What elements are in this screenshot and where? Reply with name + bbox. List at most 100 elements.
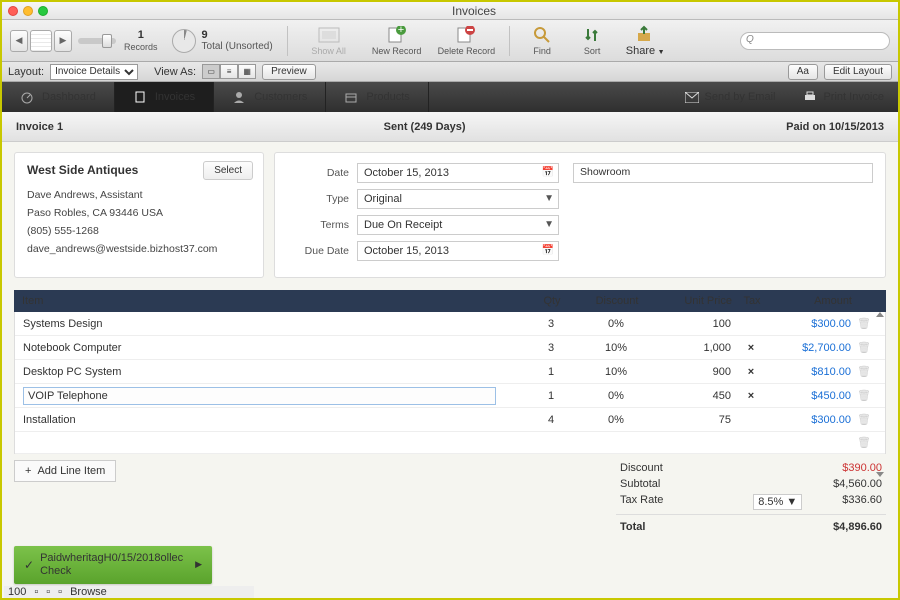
- taxrate-field[interactable]: 8.5% ▼: [753, 494, 802, 510]
- due-date-label: Due Date: [287, 245, 357, 257]
- next-record-button[interactable]: ▶: [54, 30, 72, 52]
- scroll-down-icon[interactable]: [876, 472, 884, 477]
- paid-badge[interactable]: ✓ PaidwheritagH0/15/2018ollec Check ▶: [14, 546, 212, 584]
- footer-icon[interactable]: ▫: [58, 586, 62, 598]
- delete-row-icon[interactable]: 🗑: [851, 413, 877, 426]
- delete-row-icon[interactable]: 🗑: [851, 365, 877, 378]
- sort-button[interactable]: Sort: [574, 25, 610, 56]
- prev-record-button[interactable]: ◀: [10, 30, 28, 52]
- paid-badge-line1: PaidwheritagH0/15/2018ollec: [40, 552, 183, 565]
- gauge-icon: [20, 90, 34, 104]
- table-row[interactable]: Installation 4 0% 75 $300.00 🗑: [15, 408, 885, 432]
- tab-dashboard[interactable]: Dashboard: [2, 82, 115, 112]
- select-customer-button[interactable]: Select: [203, 161, 253, 180]
- type-field[interactable]: Original▼: [357, 189, 559, 209]
- toolbar-separator: [509, 26, 510, 56]
- new-record-button[interactable]: + New Record: [370, 25, 424, 56]
- delete-row-icon[interactable]: 🗑: [851, 436, 877, 449]
- share-button[interactable]: Share ▼: [624, 24, 666, 57]
- layout-bar: Layout: Invoice Details View As: ▭ ≡ ▦ P…: [2, 62, 898, 82]
- printer-icon: [803, 91, 817, 103]
- close-window-button[interactable]: [8, 6, 18, 16]
- found-set-pie-icon[interactable]: [172, 29, 196, 53]
- invoice-sent-status: Sent (249 Days): [63, 121, 786, 133]
- mail-icon: [685, 92, 699, 103]
- location-field[interactable]: Showroom: [573, 163, 873, 183]
- search-input[interactable]: [740, 32, 890, 50]
- find-button[interactable]: Find: [524, 25, 560, 56]
- main-toolbar: ◀ ▶ 1 Records 9 Total (Unsorted) Show Al…: [2, 20, 898, 62]
- record-total: 9: [202, 29, 273, 41]
- col-header-unit-price: Unit Price: [652, 295, 732, 307]
- preview-button[interactable]: Preview: [262, 64, 316, 80]
- chevron-down-icon: ▼: [544, 193, 554, 204]
- delete-row-icon[interactable]: 🗑: [851, 341, 877, 354]
- item-name-input[interactable]: VOIP Telephone: [23, 387, 496, 405]
- window-titlebar: Invoices: [2, 2, 898, 20]
- search-field-wrap: [740, 32, 890, 50]
- col-header-tax: Tax: [732, 295, 772, 307]
- footer-icon[interactable]: ▫: [34, 586, 38, 598]
- record-book-icon[interactable]: [30, 30, 52, 52]
- customer-panel: Select West Side Antiques Dave Andrews, …: [14, 152, 264, 278]
- customer-address: Paso Robles, CA 93446 USA: [27, 207, 251, 219]
- subtotal-label: Subtotal: [620, 478, 660, 490]
- record-position: 1: [124, 29, 158, 41]
- total-label: Total: [620, 521, 645, 533]
- mode-label: Browse: [70, 586, 107, 598]
- scroll-up-icon[interactable]: [876, 312, 884, 317]
- document-icon: [133, 90, 147, 104]
- send-email-button[interactable]: Send by Email: [671, 82, 790, 112]
- show-all-icon: [317, 25, 341, 45]
- date-label: Date: [287, 167, 357, 179]
- find-icon: [530, 25, 554, 45]
- date-field[interactable]: October 15, 2013📅: [357, 163, 559, 183]
- layout-select[interactable]: Invoice Details: [50, 64, 138, 80]
- delete-record-icon: [454, 25, 478, 45]
- due-date-field[interactable]: October 15, 2013📅: [357, 241, 559, 261]
- tab-products[interactable]: Products: [326, 82, 428, 112]
- chevron-down-icon: ▼: [544, 219, 554, 230]
- zoom-value[interactable]: 100: [8, 586, 26, 598]
- sort-icon: [580, 25, 604, 45]
- footer-icon[interactable]: ▫: [46, 586, 50, 598]
- zoom-window-button[interactable]: [38, 6, 48, 16]
- terms-field[interactable]: Due On Receipt▼: [357, 215, 559, 235]
- customer-phone: (805) 555-1268: [27, 225, 251, 237]
- viewas-label: View As:: [154, 66, 196, 78]
- table-row[interactable]: VOIP Telephone 1 0% 450 × $450.00 🗑: [15, 384, 885, 408]
- invoice-number: Invoice 1: [16, 121, 63, 133]
- chevron-right-icon: ▶: [195, 559, 202, 570]
- text-format-button[interactable]: Aa: [788, 64, 818, 80]
- records-label: Records: [124, 42, 158, 52]
- add-line-item-button[interactable]: + Add Line Item: [14, 460, 116, 482]
- tab-customers[interactable]: Customers: [214, 82, 326, 112]
- invoice-paid-status: Paid on 10/15/2013: [786, 121, 884, 133]
- tab-invoices[interactable]: Invoices: [115, 82, 214, 112]
- footer-row: + Add Line Item Discount$390.00 Subtotal…: [14, 460, 886, 539]
- customer-contact: Dave Andrews, Assistant: [27, 189, 251, 201]
- view-table-button[interactable]: ▦: [238, 64, 256, 79]
- edit-layout-button[interactable]: Edit Layout: [824, 64, 892, 80]
- show-all-button[interactable]: Show All: [302, 25, 356, 56]
- print-invoice-button[interactable]: Print Invoice: [789, 82, 898, 112]
- minimize-window-button[interactable]: [23, 6, 33, 16]
- col-header-item: Item: [22, 295, 522, 307]
- box-icon: [344, 90, 358, 104]
- toolbar-separator: [287, 26, 288, 56]
- calendar-icon[interactable]: 📅: [542, 167, 554, 178]
- table-row[interactable]: Desktop PC System 1 10% 900 × $810.00 🗑: [15, 360, 885, 384]
- table-row[interactable]: Systems Design 3 0% 100 $300.00 🗑: [15, 312, 885, 336]
- record-slider[interactable]: [78, 38, 116, 44]
- delete-record-button[interactable]: Delete Record: [438, 25, 496, 56]
- totals-block: Discount$390.00 Subtotal$4,560.00 Tax Ra…: [616, 460, 886, 539]
- window-footer-status: 100 ▫ ▫ ▫ Browse: [4, 586, 254, 598]
- table-row[interactable]: Notebook Computer 3 10% 1,000 × $2,700.0…: [15, 336, 885, 360]
- delete-row-icon[interactable]: 🗑: [851, 389, 877, 402]
- view-form-button[interactable]: ▭: [202, 64, 220, 79]
- table-row-empty[interactable]: 🗑: [15, 432, 885, 454]
- view-list-button[interactable]: ≡: [220, 64, 238, 79]
- window-title: Invoices: [56, 4, 892, 18]
- calendar-icon[interactable]: 📅: [542, 245, 554, 256]
- delete-row-icon[interactable]: 🗑: [851, 317, 877, 330]
